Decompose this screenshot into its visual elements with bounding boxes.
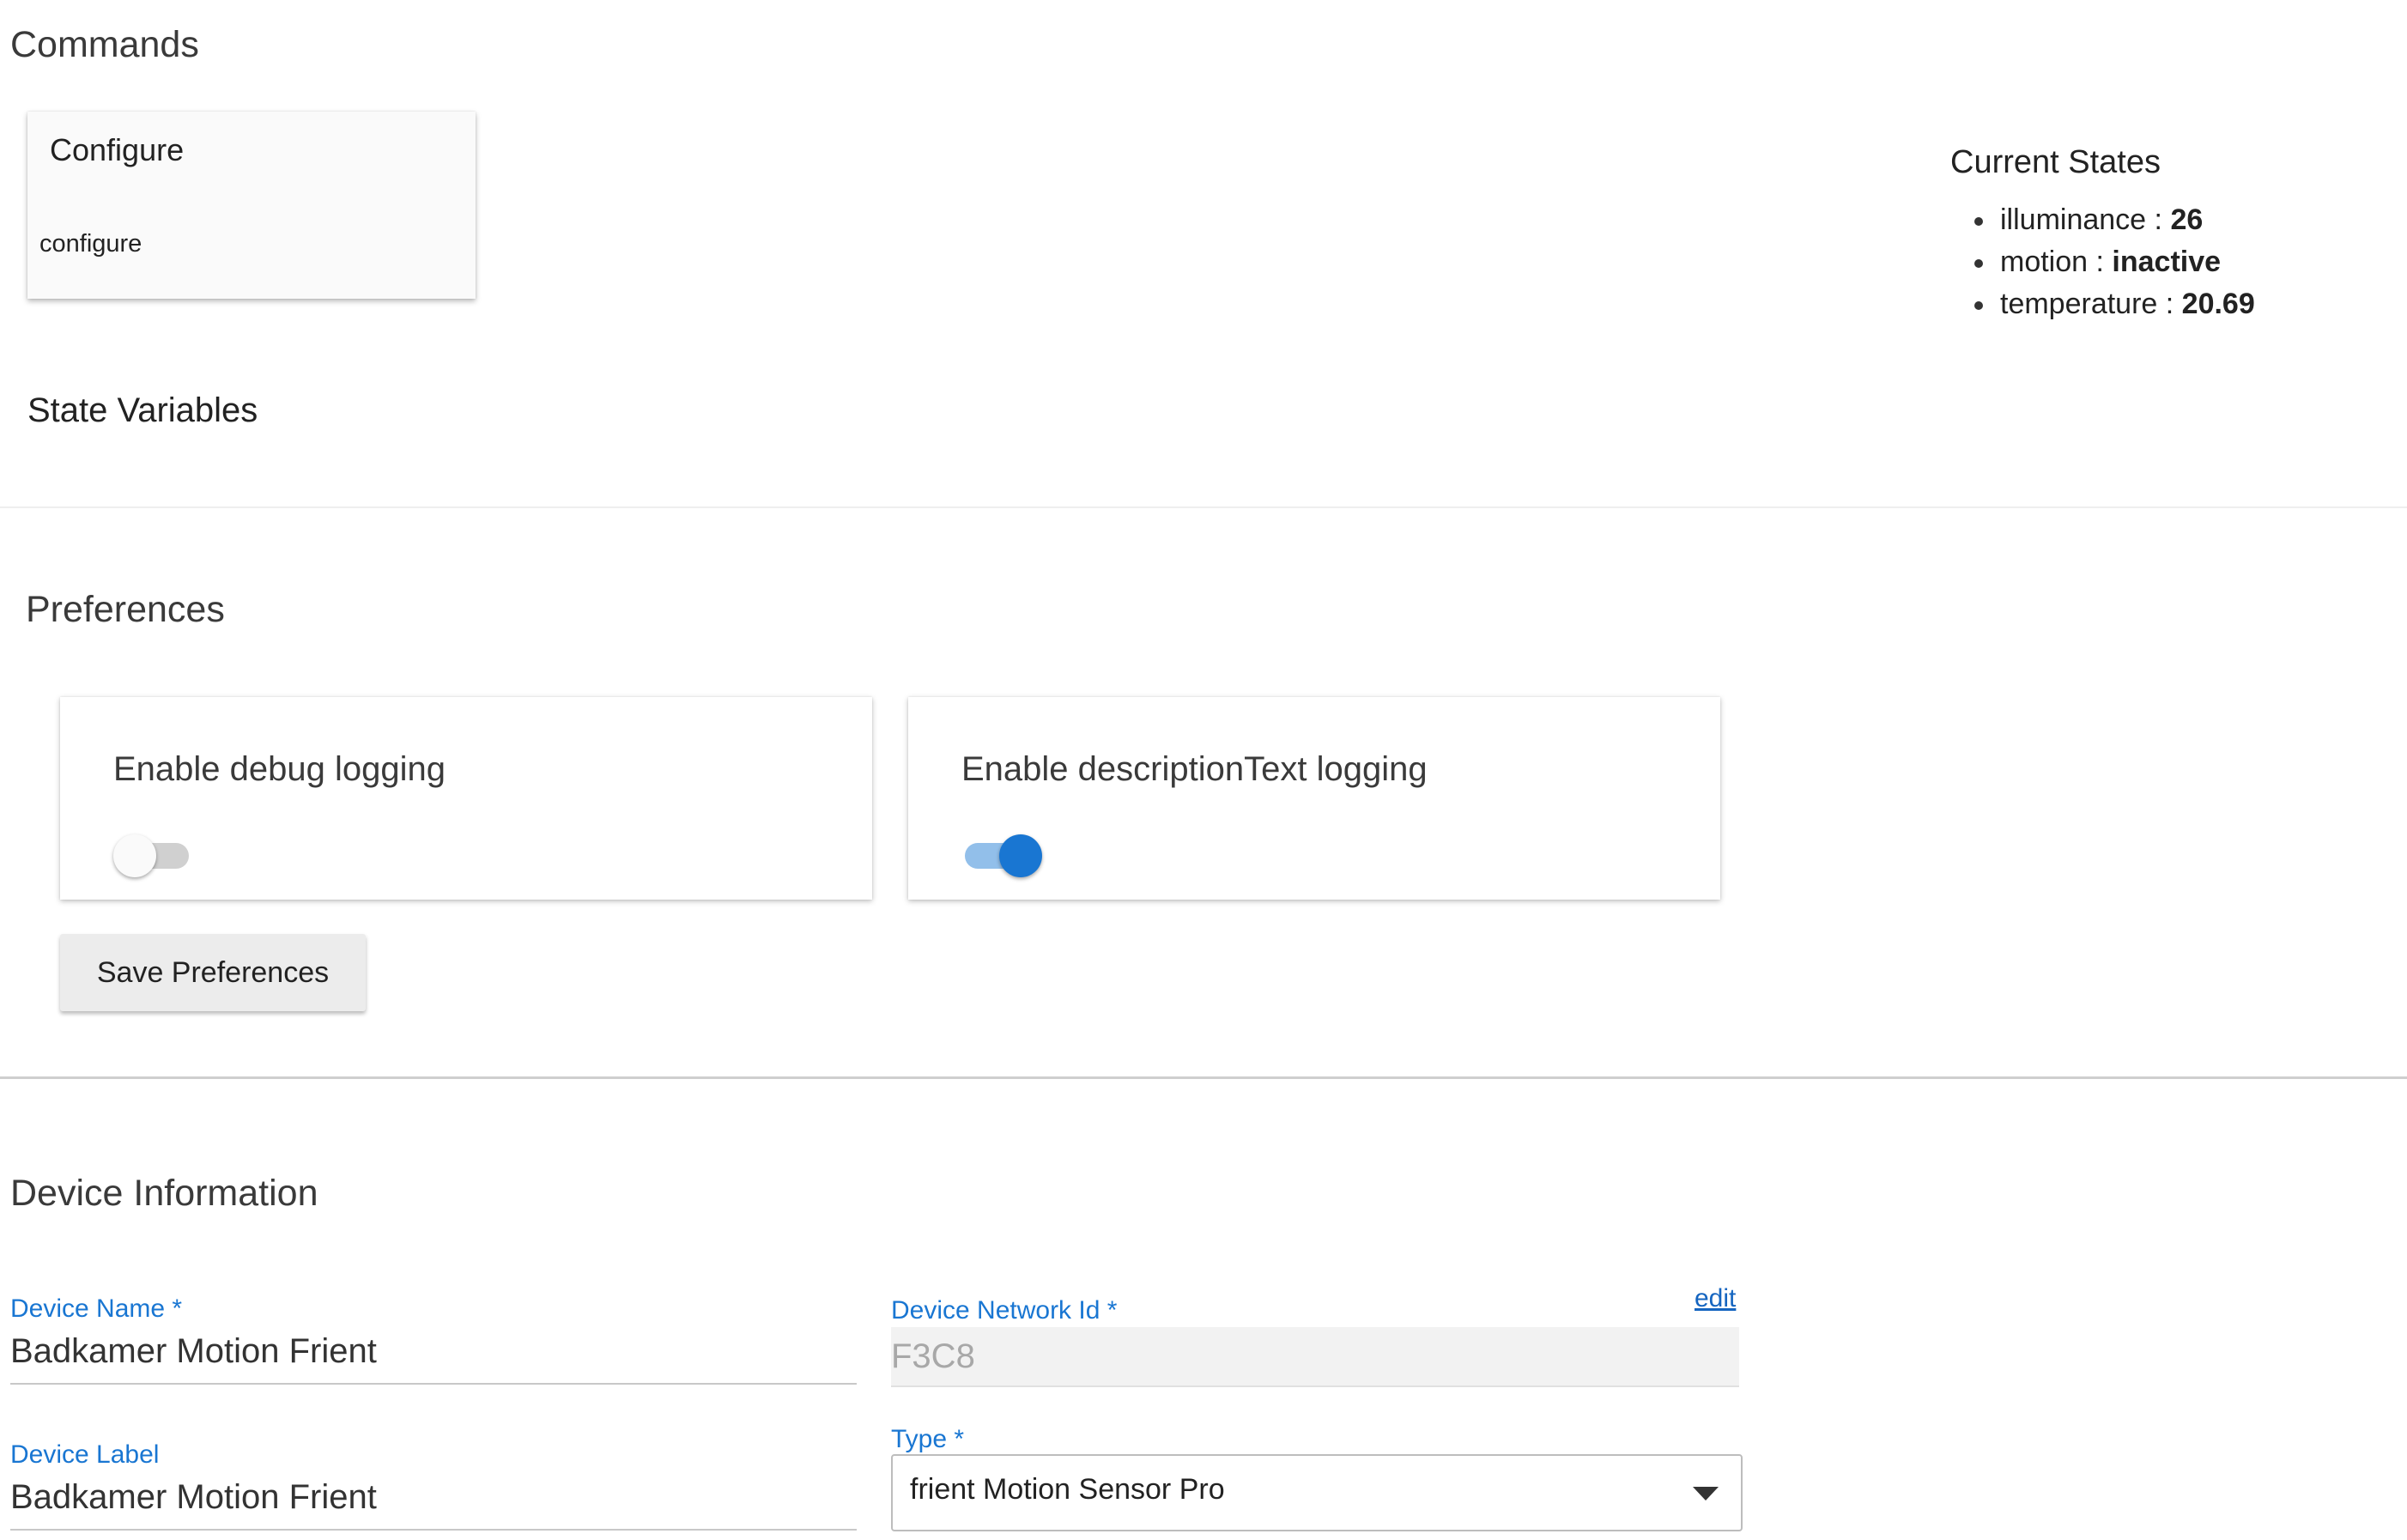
device-label-underline: [10, 1529, 857, 1531]
device-information-title: Device Information: [10, 1173, 318, 1214]
state-separator: :: [2088, 246, 2113, 278]
configure-button[interactable]: configure: [38, 225, 143, 264]
state-item-motion: motion : inactive: [1974, 241, 2255, 283]
type-label: Type *: [891, 1425, 965, 1453]
device-name-input[interactable]: [10, 1332, 855, 1371]
section-divider: [0, 1076, 2407, 1079]
description-text-logging-label: Enable descriptionText logging: [961, 750, 1428, 788]
preferences-title: Preferences: [26, 589, 225, 630]
device-label-input[interactable]: [10, 1478, 855, 1517]
toggle-thumb: [999, 834, 1042, 877]
network-id-value: F3C8: [891, 1337, 975, 1375]
network-id-edit-link[interactable]: edit: [1695, 1284, 1736, 1313]
section-divider: [0, 506, 2407, 508]
state-name: temperature: [2000, 288, 2158, 320]
configure-command-title: Configure: [50, 132, 185, 167]
save-preferences-button[interactable]: Save Preferences: [60, 934, 366, 1011]
description-text-logging-toggle[interactable]: [961, 829, 1042, 877]
debug-logging-label: Enable debug logging: [113, 750, 446, 788]
state-variables-title: State Variables: [27, 391, 258, 429]
commands-title: Commands: [10, 24, 199, 65]
device-page: Commands Configure configure Current Sta…: [0, 0, 2407, 1540]
chevron-down-icon: [1693, 1487, 1719, 1501]
network-id-field: F3C8: [891, 1327, 1739, 1387]
state-separator: :: [2146, 203, 2171, 236]
description-text-logging-card: Enable descriptionText logging: [908, 697, 1720, 900]
state-value: 26: [2170, 203, 2204, 236]
device-name-underline: [10, 1383, 857, 1385]
debug-logging-card: Enable debug logging: [60, 697, 872, 900]
state-item-temperature: temperature : 20.69: [1974, 283, 2255, 325]
state-name: motion: [2000, 246, 2089, 278]
current-states-title: Current States: [1950, 144, 2161, 180]
state-value: 20.69: [2181, 288, 2255, 320]
network-id-label: Device Network Id *: [891, 1296, 1118, 1325]
device-name-label: Device Name *: [10, 1294, 183, 1323]
current-states-list: illuminance : 26 motion : inactive tempe…: [1974, 199, 2255, 325]
state-separator: :: [2157, 288, 2182, 320]
type-selected-value: frient Motion Sensor Pro: [910, 1473, 1225, 1506]
debug-logging-toggle[interactable]: [113, 829, 192, 877]
state-name: illuminance: [2000, 203, 2147, 236]
state-value: inactive: [2112, 246, 2222, 278]
device-label-label: Device Label: [10, 1440, 160, 1469]
state-item-illuminance: illuminance : 26: [1974, 199, 2255, 241]
toggle-thumb: [113, 834, 156, 877]
type-select[interactable]: frient Motion Sensor Pro: [891, 1454, 1743, 1531]
configure-command-card: Configure configure: [27, 112, 476, 299]
